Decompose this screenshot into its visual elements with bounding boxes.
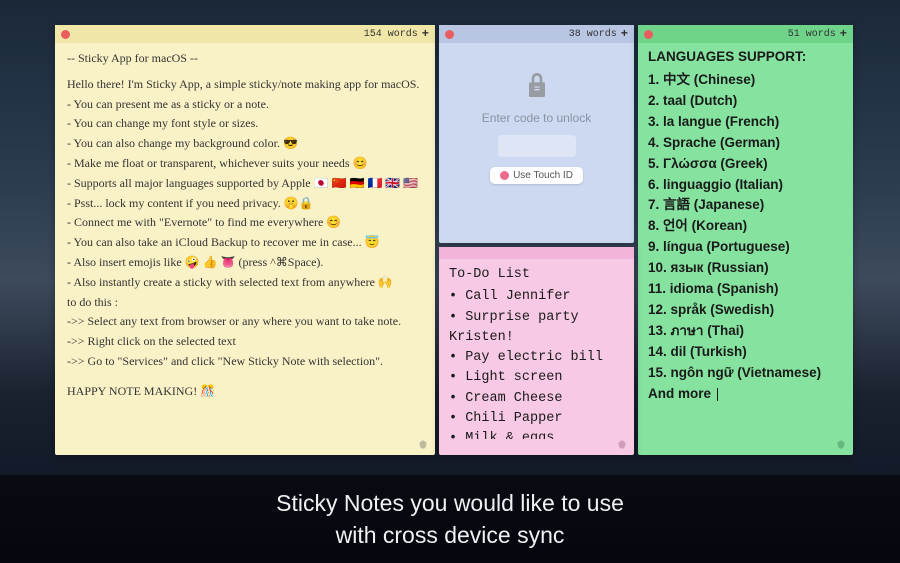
text-cursor — [717, 388, 718, 401]
note-intro: Hello there! I'm Sticky App, a simple st… — [67, 75, 423, 95]
list-item: Pay electric bill — [449, 348, 624, 368]
list-item: 14. dil (Turkish) — [648, 342, 843, 363]
note-feature-list: - You can present me as a sticky or a no… — [67, 95, 423, 293]
note-header[interactable] — [439, 247, 634, 259]
note-line: ->> Select any text from browser or any … — [67, 312, 423, 332]
note-header[interactable]: 154 words + — [55, 25, 435, 43]
list-item: 12. språk (Swedish) — [648, 300, 843, 321]
close-icon[interactable] — [644, 30, 653, 39]
languages-title: LANGUAGES SUPPORT: — [648, 47, 843, 68]
list-item: Surprise party Kristen! — [449, 308, 624, 349]
todo-title: To-Do List — [449, 265, 624, 285]
note-line: ->> Right click on the selected text — [67, 332, 423, 352]
list-item: 6. linguaggio (Italian) — [648, 175, 843, 196]
word-count: 154 words — [364, 29, 418, 40]
howto-steps: ->> Select any text from browser or any … — [67, 312, 423, 371]
list-item: 3. la langue (French) — [648, 112, 843, 133]
note-line: - You can present me as a sticky or a no… — [67, 95, 423, 115]
list-item: 7. 言語 (Japanese) — [648, 195, 843, 216]
sticky-note-blue-locked[interactable]: 38 words + Enter code to unlock Use Touc… — [439, 25, 634, 243]
note-line: - Psst... lock my content if you need pr… — [67, 194, 423, 214]
list-item: Light screen — [449, 368, 624, 388]
sticky-note-pink[interactable]: To-Do List Call Jennifer Surprise party … — [439, 247, 634, 455]
plus-icon[interactable]: + — [621, 27, 628, 41]
list-item: 2. taal (Dutch) — [648, 91, 843, 112]
lock-prompt: Enter code to unlock — [482, 111, 591, 125]
list-item: 1. 中文 (Chinese) — [648, 70, 843, 91]
evernote-icon[interactable] — [835, 439, 847, 451]
list-item: 8. 언어 (Korean) — [648, 216, 843, 237]
sticky-note-green[interactable]: 51 words + LANGUAGES SUPPORT: 1. 中文 (Chi… — [638, 25, 853, 455]
note-line: - Also instantly create a sticky with se… — [67, 273, 423, 293]
close-icon[interactable] — [445, 30, 454, 39]
plus-icon[interactable]: + — [840, 27, 847, 41]
note-line: - You can also take an iCloud Backup to … — [67, 233, 423, 253]
close-icon[interactable] — [61, 30, 70, 39]
note-line: - You can change my font style or sizes. — [67, 114, 423, 134]
note-line: - Connect me with "Evernote" to find me … — [67, 213, 423, 233]
locked-panel: Enter code to unlock Use Touch ID — [439, 43, 634, 243]
note-body[interactable]: LANGUAGES SUPPORT: 1. 中文 (Chinese) 2. ta… — [638, 43, 853, 439]
list-item: 15. ngôn ngữ (Vietnamese) — [648, 363, 843, 384]
touch-id-icon — [500, 171, 509, 180]
todo-list: Call Jennifer Surprise party Kristen! Pa… — [449, 287, 624, 439]
list-item: 11. idioma (Spanish) — [648, 279, 843, 300]
list-item: Call Jennifer — [449, 287, 624, 307]
evernote-icon[interactable] — [417, 439, 429, 451]
note-title: -- Sticky App for macOS -- — [67, 49, 423, 69]
caption-line: with cross device sync — [336, 519, 565, 551]
list-item: 10. язык (Russian) — [648, 258, 843, 279]
note-header[interactable]: 51 words + — [638, 25, 853, 43]
list-item: 4. Sprache (German) — [648, 133, 843, 154]
list-item: Chili Papper — [449, 409, 624, 429]
note-line: - Make me float or transparent, whicheve… — [67, 154, 423, 174]
list-item: 5. Γλώσσα (Greek) — [648, 154, 843, 175]
list-item: Milk & eggs — [449, 429, 624, 439]
plus-icon[interactable]: + — [422, 27, 429, 41]
note-line: - Supports all major languages supported… — [67, 174, 423, 194]
note-footer — [638, 439, 853, 455]
note-signoff: HAPPY NOTE MAKING! 🎊 — [67, 382, 423, 402]
and-more: And more — [648, 384, 843, 405]
howto-label: to do this : — [67, 293, 423, 313]
note-header[interactable]: 38 words + — [439, 25, 634, 43]
word-count: 51 words — [788, 29, 836, 40]
sticky-note-yellow[interactable]: 154 words + -- Sticky App for macOS -- H… — [55, 25, 435, 455]
note-line: - You can also change my background colo… — [67, 134, 423, 154]
note-line: ->> Go to "Services" and click "New Stic… — [67, 352, 423, 372]
list-item: Cream Cheese — [449, 389, 624, 409]
lock-icon — [521, 69, 553, 101]
touch-id-button[interactable]: Use Touch ID — [490, 167, 583, 184]
list-item: 13. ภาษา (Thai) — [648, 321, 843, 342]
word-count: 38 words — [569, 29, 617, 40]
note-body[interactable]: -- Sticky App for macOS -- Hello there! … — [55, 43, 435, 439]
languages-list: 1. 中文 (Chinese) 2. taal (Dutch) 3. la la… — [648, 70, 843, 384]
note-body[interactable]: To-Do List Call Jennifer Surprise party … — [439, 259, 634, 439]
note-line: - Also insert emojis like 🤪 👍 👅 (press ^… — [67, 253, 423, 273]
list-item: 9. língua (Portuguese) — [648, 237, 843, 258]
touch-id-label: Use Touch ID — [513, 170, 573, 181]
note-footer — [439, 439, 634, 455]
passcode-input[interactable] — [498, 135, 576, 157]
marketing-caption: Sticky Notes you would like to use with … — [0, 475, 900, 563]
note-footer — [55, 439, 435, 455]
evernote-icon[interactable] — [616, 439, 628, 451]
caption-line: Sticky Notes you would like to use — [276, 487, 624, 519]
